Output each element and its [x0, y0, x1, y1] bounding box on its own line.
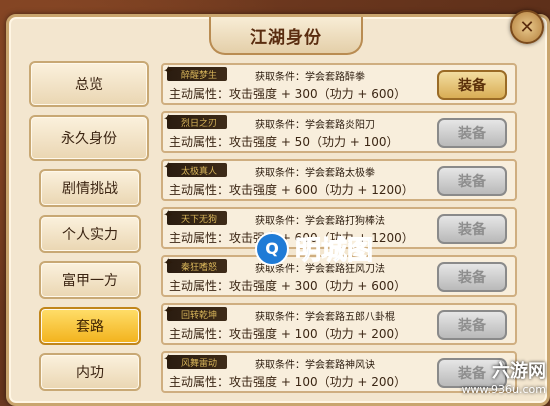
- scroll-icon: ✦: [163, 160, 174, 175]
- identity-tag: ✦ 风舞雷动: [163, 352, 227, 369]
- identity-tag: ✦ 烈日之刃: [163, 112, 227, 129]
- acquire-condition: 获取条件：学会套路打狗棒法: [255, 216, 385, 227]
- sidebar-item-personal-strength[interactable]: 个人实力: [39, 215, 141, 253]
- sidebar-item-routine[interactable]: 套路: [39, 307, 141, 345]
- equip-button[interactable]: 装备: [437, 310, 507, 340]
- sidebar-item-label: 富甲一方: [62, 273, 118, 289]
- identity-tag: ✦ 醉醒梦生: [163, 64, 227, 81]
- sidebar-item-wealth[interactable]: 富甲一方: [39, 261, 141, 299]
- close-icon: ✕: [519, 16, 535, 38]
- sidebar-item-overview[interactable]: 总览: [29, 61, 149, 107]
- watermark: Q 明城图: [255, 230, 374, 267]
- active-attribute: 主动属性：攻击强度 + 300（功力 + 600）: [169, 87, 407, 101]
- list-item: ✦ 回转乾坤 获取条件：学会套路五郎八卦棍 主动属性：攻击强度 + 100（功力…: [161, 303, 517, 345]
- sidebar-item-label: 内功: [76, 365, 104, 381]
- acquire-condition: 获取条件：学会套路炎阳刀: [255, 120, 375, 131]
- sidebar-item-label: 套路: [76, 319, 104, 335]
- identity-tag: ✦ 回转乾坤: [163, 304, 227, 321]
- acquire-condition: 获取条件：学会套路醉拳: [255, 72, 365, 83]
- active-attribute: 主动属性：攻击强度 + 100（功力 + 200）: [169, 327, 407, 341]
- active-attribute: 主动属性：攻击强度 + 50（功力 + 100）: [169, 135, 399, 149]
- watermark-text: 明城图: [294, 236, 374, 267]
- acquire-condition: 获取条件：学会套路太极拳: [255, 168, 375, 179]
- site-logo: 六游网 www.936u.com: [462, 357, 546, 396]
- watermark-logo-icon: Q: [255, 231, 289, 266]
- scroll-icon: ✦: [163, 352, 174, 367]
- site-logo-name: 六游网: [492, 361, 546, 382]
- sidebar-item-inner-skill[interactable]: 内功: [39, 353, 141, 391]
- scroll-icon: ✦: [163, 112, 174, 127]
- acquire-condition: 获取条件：学会套路五郎八卦棍: [255, 312, 395, 323]
- list-item: ✦ 太极真人 获取条件：学会套路太极拳 主动属性：攻击强度 + 600（功力 +…: [161, 159, 517, 201]
- sidebar-item-story-challenge[interactable]: 剧情挑战: [39, 169, 141, 207]
- scroll-icon: ✦: [163, 304, 174, 319]
- sidebar-item-permanent-identity[interactable]: 永久身份: [29, 115, 149, 161]
- equip-button[interactable]: 装备: [437, 214, 507, 244]
- sidebar-item-label: 剧情挑战: [62, 181, 118, 197]
- sidebar: 总览 永久身份 剧情挑战 个人实力 富甲一方 套路 内功: [29, 57, 149, 403]
- equip-button[interactable]: 装备: [437, 166, 507, 196]
- scroll-icon: ✦: [163, 256, 174, 271]
- sidebar-item-label: 总览: [75, 77, 103, 93]
- identity-panel: 江湖身份 总览 永久身份 剧情挑战 个人实力 富甲一方 套路 内功 ✦ 醉醒梦生: [6, 14, 550, 406]
- identity-tag: ✦ 天下无狗: [163, 208, 227, 225]
- title-plate: 江湖身份: [209, 17, 363, 55]
- site-logo-url: www.936u.com: [461, 383, 546, 396]
- equip-button[interactable]: 装备: [437, 262, 507, 292]
- active-attribute: 主动属性：攻击强度 + 300（功力 + 600）: [169, 279, 407, 293]
- identity-tag: ✦ 太极真人: [163, 160, 227, 177]
- acquire-condition: 获取条件：学会套路神风诀: [255, 360, 375, 371]
- panel-title: 江湖身份: [250, 27, 322, 48]
- sidebar-item-label: 永久身份: [61, 131, 117, 147]
- close-button[interactable]: ✕: [510, 10, 544, 44]
- sidebar-item-label: 个人实力: [62, 227, 118, 243]
- identity-tag: ✦ 秦狂嗜怒: [163, 256, 227, 273]
- equip-button[interactable]: 装备: [437, 118, 507, 148]
- active-attribute: 主动属性：攻击强度 + 600（功力 + 1200）: [169, 183, 414, 197]
- scroll-icon: ✦: [163, 64, 174, 79]
- active-attribute: 主动属性：攻击强度 + 100（功力 + 200）: [169, 375, 407, 389]
- list-item: ✦ 醉醒梦生 获取条件：学会套路醉拳 主动属性：攻击强度 + 300（功力 + …: [161, 63, 517, 105]
- list-item: ✦ 烈日之刃 获取条件：学会套路炎阳刀 主动属性：攻击强度 + 50（功力 + …: [161, 111, 517, 153]
- scroll-icon: ✦: [163, 208, 174, 223]
- equip-button[interactable]: 装备: [437, 70, 507, 100]
